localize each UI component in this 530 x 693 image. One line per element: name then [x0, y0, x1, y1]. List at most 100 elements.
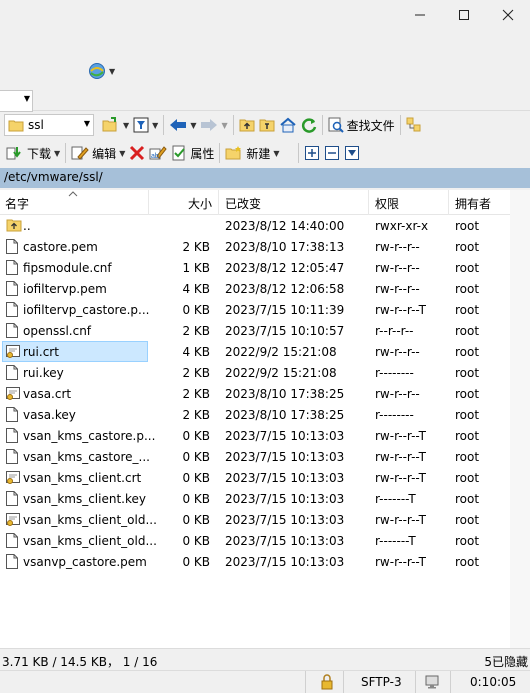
file-name-cell[interactable]: vsanvp_castore.pem	[2, 551, 148, 572]
file-owner: root	[455, 219, 480, 233]
file-name-cell[interactable]: iofiltervp.pem	[2, 278, 148, 299]
file-icon	[6, 407, 18, 422]
find-files-icon	[328, 117, 344, 133]
connection-computer-icon	[425, 675, 439, 689]
lock-icon	[321, 674, 333, 690]
new-button[interactable]: 新建 ▼	[223, 142, 281, 164]
find-files-button[interactable]: 查找文件	[326, 114, 397, 136]
properties-button[interactable]: 属性	[169, 142, 216, 164]
column-owner[interactable]: 拥有者	[455, 195, 491, 212]
sync-button[interactable]: ▼	[88, 62, 115, 80]
file-size: 0 KB	[182, 534, 210, 548]
more-toolbar-button[interactable]	[404, 114, 424, 136]
file-row[interactable]: .. 2023/8/12 14:40:00 rwxr-xr-x root	[0, 215, 510, 236]
file-name-cell[interactable]: rui.key	[2, 362, 148, 383]
filter-select-button[interactable]	[342, 142, 362, 164]
download-label: 下载	[27, 146, 52, 161]
minus-box-icon	[324, 146, 339, 160]
back-button[interactable]: ▼	[167, 114, 198, 136]
parent-folder-icon	[239, 119, 255, 132]
file-row[interactable]: castore.pem 2 KB 2023/8/10 17:38:13 rw-r--r…	[0, 236, 510, 257]
file-name-cell[interactable]: vsan_kms_castore.p...	[2, 425, 155, 446]
session-combo[interactable]: ▼	[0, 90, 33, 112]
file-owner: root	[455, 387, 480, 401]
file-row[interactable]: iofiltervp_castore.p... 0 KB 2023/7/15 10:…	[0, 299, 510, 320]
refresh-button[interactable]	[299, 114, 319, 136]
maximize-button[interactable]	[442, 0, 486, 30]
file-row[interactable]: vasa.key 2 KB 2023/8/10 17:38:25 r-------- r…	[0, 404, 510, 425]
parent-directory-button[interactable]	[237, 114, 257, 136]
file-rights: r--------	[375, 408, 414, 422]
file-rights: rw-r--r--T	[375, 303, 426, 317]
file-owner: root	[455, 303, 480, 317]
file-row[interactable]: iofiltervp.pem 4 KB 2023/8/12 12:06:58 rw-r…	[0, 278, 510, 299]
file-name-cell[interactable]: rui.crt	[2, 341, 148, 362]
status-divider	[450, 671, 451, 693]
hidden-count[interactable]: 5已隐藏	[484, 653, 528, 670]
directory-combo[interactable]: ssl ▼	[4, 114, 94, 136]
vertical-scrollbar[interactable]	[510, 190, 530, 648]
file-row[interactable]: vsan_kms_client.crt 0 KB 2023/7/15 10:13:0…	[0, 467, 510, 488]
file-name-cell[interactable]: ..	[2, 215, 148, 236]
file-name-cell[interactable]: vsan_kms_castore_...	[2, 446, 150, 467]
file-name-cell[interactable]: vsan_kms_client_old...	[2, 509, 157, 530]
rename-icon: ab	[149, 146, 168, 160]
file-name-cell[interactable]: fipsmodule.cnf	[2, 257, 148, 278]
column-name[interactable]: 名字	[5, 195, 29, 212]
certificate-icon	[6, 344, 20, 358]
filter-button[interactable]: ▼	[131, 114, 160, 136]
root-directory-button[interactable]	[257, 114, 277, 136]
directory-combo-value: ssl	[28, 118, 44, 132]
close-icon	[502, 9, 514, 21]
edit-button[interactable]: 编辑 ▼	[69, 142, 127, 164]
file-actions-toolbar: 下载 ▼ 编辑 ▼ ab 属性 新建 ▼	[0, 140, 530, 166]
toolbar-separator	[297, 143, 299, 163]
file-changed: 2023/8/10 17:38:25	[225, 387, 345, 401]
file-rights: rw-r--r--T	[375, 555, 426, 569]
column-size[interactable]: 大小	[188, 195, 212, 212]
file-changed: 2023/7/15 10:13:03	[225, 450, 345, 464]
home-directory-button[interactable]	[277, 114, 299, 136]
navigation-toolbar: ssl ▼ ▼ ▼ ▼ ▼ 查找文件	[0, 112, 530, 138]
deselect-button[interactable]	[322, 142, 342, 164]
file-owner: root	[455, 429, 480, 443]
file-name-cell[interactable]: vsan_kms_client.crt	[2, 467, 148, 488]
file-row[interactable]: vsan_kms_client_old... 0 KB 2023/7/15 10:1…	[0, 509, 510, 530]
toolbar-separator	[163, 115, 165, 135]
delete-button[interactable]	[127, 142, 147, 164]
close-button[interactable]	[486, 0, 530, 30]
file-row[interactable]: vasa.crt 2 KB 2023/8/10 17:38:25 rw-r--r-- r…	[0, 383, 510, 404]
file-name-cell[interactable]: vasa.key	[2, 404, 148, 425]
file-icon	[6, 260, 18, 275]
minimize-button[interactable]	[398, 0, 442, 30]
file-row[interactable]: rui.key 2 KB 2022/9/2 15:21:08 r-------- roo…	[0, 362, 510, 383]
file-row[interactable]: openssl.cnf 2 KB 2023/7/15 10:10:57 r--r--r…	[0, 320, 510, 341]
certificate-icon	[6, 386, 20, 400]
file-row[interactable]: vsan_kms_castore_... 0 KB 2023/7/15 10:13:…	[0, 446, 510, 467]
file-name-cell[interactable]: vsan_kms_client_old...	[2, 530, 157, 551]
column-changed[interactable]: 已改变	[225, 195, 261, 212]
select-all-button[interactable]	[302, 142, 322, 164]
file-row[interactable]: vsan_kms_castore.p... 0 KB 2023/7/15 10:13…	[0, 425, 510, 446]
file-name-cell[interactable]: vsan_kms_client.key	[2, 488, 148, 509]
file-name-cell[interactable]: iofiltervp_castore.p...	[2, 299, 150, 320]
column-rights[interactable]: 权限	[375, 195, 399, 212]
file-row[interactable]: vsan_kms_client.key 0 KB 2023/7/15 10:13:0…	[0, 488, 510, 509]
file-row[interactable]: vsan_kms_client_old... 0 KB 2023/7/15 10:1…	[0, 530, 510, 551]
file-name-cell[interactable]: castore.pem	[2, 236, 148, 257]
chevron-down-icon: ▼	[54, 148, 61, 158]
file-name-cell[interactable]: vasa.crt	[2, 383, 148, 404]
file-changed: 2023/8/12 12:05:47	[225, 261, 345, 275]
download-button[interactable]: 下载 ▼	[4, 142, 62, 164]
file-row[interactable]: fipsmodule.cnf 1 KB 2023/8/12 12:05:47 rw-r…	[0, 257, 510, 278]
chevron-down-icon: ▼	[123, 120, 130, 130]
file-name-cell[interactable]: openssl.cnf	[2, 320, 148, 341]
root-folder-icon	[259, 119, 275, 132]
file-name: iofiltervp.pem	[23, 282, 107, 296]
open-folder-button[interactable]: ▼	[100, 114, 131, 136]
file-row[interactable]: vsanvp_castore.pem 0 KB 2023/7/15 10:13:03…	[0, 551, 510, 572]
forward-button[interactable]: ▼	[198, 114, 229, 136]
file-row[interactable]: rui.crt 4 KB 2022/9/2 15:21:08 rw-r--r-- roo…	[0, 341, 510, 362]
new-label: 新建	[246, 146, 271, 161]
rename-button[interactable]: ab	[147, 142, 169, 164]
